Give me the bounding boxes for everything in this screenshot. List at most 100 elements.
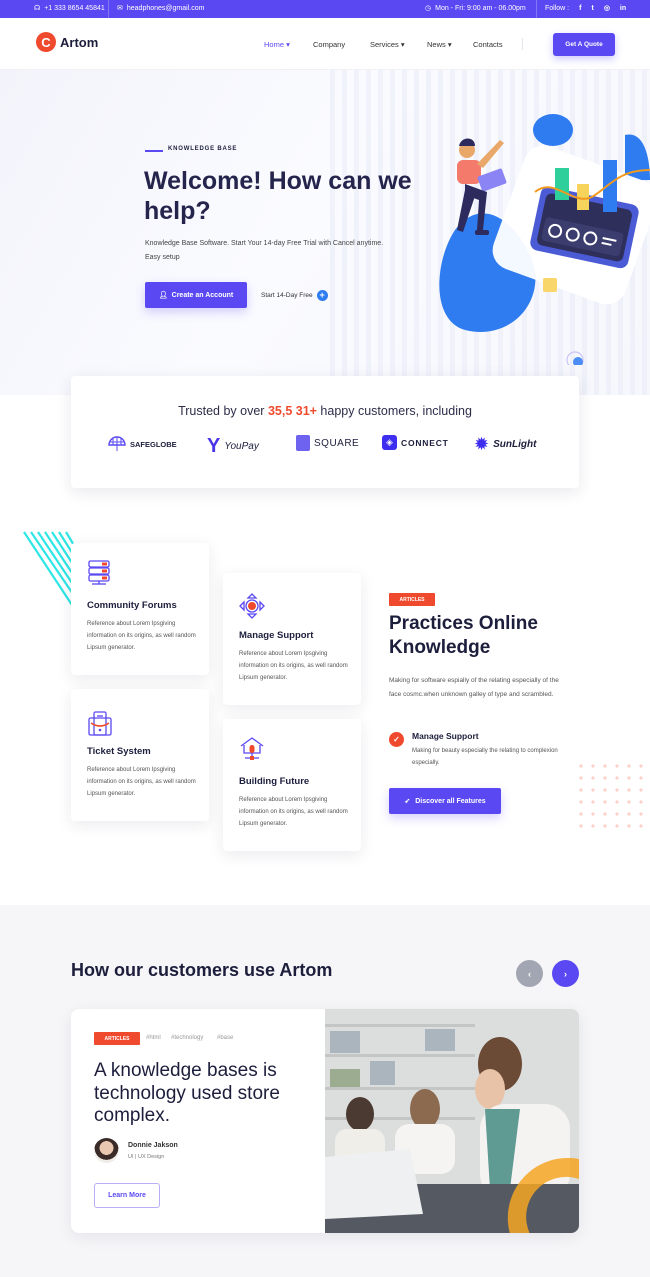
clock-icon: ◷: [425, 5, 432, 12]
check-item-text: Making for beauty especially the relatin…: [412, 748, 558, 766]
logo[interactable]: C Artom: [36, 32, 98, 52]
logo-text: Artom: [60, 34, 99, 50]
office-photo-illustration: [325, 1009, 579, 1233]
story-photo: [325, 1009, 579, 1233]
blue-dot: [573, 357, 583, 365]
hero-title: Welcome! How can we help?: [144, 167, 412, 225]
house-network-icon: [240, 737, 264, 760]
yellow-square: [543, 278, 557, 292]
brand-name: SQUARE: [314, 437, 360, 449]
author-name: Donnie Jakson: [128, 1142, 178, 1149]
card-title: Community Forums: [87, 600, 177, 611]
top-bar: ☊ +1 333 8654 45841 ✉ headphones@gmail.c…: [0, 0, 650, 18]
follow-label: Follow :: [545, 4, 570, 12]
umbrella-globe-icon: [108, 436, 126, 451]
start-trial-label: Start 14-Day Free: [261, 292, 313, 299]
card-title: Building Future: [239, 776, 310, 787]
tag-link[interactable]: #technology: [171, 1035, 203, 1041]
twitter-icon[interactable]: t: [591, 5, 593, 12]
social-links: Follow : f t ◎ in: [545, 4, 626, 13]
author-avatar: [94, 1138, 119, 1163]
chart-bar-green: [555, 168, 569, 200]
carousel-next-button[interactable]: ›: [552, 960, 579, 987]
email-address: headphones@gmail.com: [126, 4, 205, 12]
learn-more-button[interactable]: Learn More: [94, 1183, 160, 1208]
carousel-prev-button[interactable]: ‹: [516, 960, 543, 987]
card-text: Reference about Lorem Ipsgiving informat…: [87, 767, 196, 797]
site-header: C Artom Home ▾ Company Services ▾ News ▾…: [0, 18, 650, 70]
brand-name: SAFEGLOBE: [130, 439, 177, 449]
hero-illustration: [439, 114, 650, 365]
brand-square: SQUARE: [296, 435, 359, 451]
feature-card-community-forums[interactable]: Community Forums Reference about Lorem I…: [71, 543, 209, 675]
author-role: UI | UX Design: [128, 1154, 165, 1160]
create-account-button[interactable]: 👤︎ Create an Account: [145, 282, 247, 308]
discover-features-label: Discover all Features: [415, 797, 486, 805]
chart-bar-yellow: [577, 184, 589, 210]
nav-services[interactable]: Services ▾: [370, 40, 405, 49]
square-logo-icon: [296, 435, 310, 451]
nav-news[interactable]: News ▾: [427, 40, 452, 49]
customer-count: 35,5 31+: [267, 404, 317, 418]
hero-subtitle: Knowledge Base Software. Start Your 14-d…: [145, 240, 384, 261]
youpay-y-icon: Y: [207, 435, 221, 457]
logo-mark-icon: C: [36, 32, 56, 52]
brand-name: YouPay: [224, 441, 259, 452]
feature-card-manage-support[interactable]: Manage Support Reference about Lorem Ips…: [223, 573, 361, 705]
trusted-by-panel: Trusted by over 35,5 31+ happy customers…: [71, 376, 579, 488]
eyebrow-label: KNOWLEDGE BASE: [168, 146, 238, 152]
brand-name: CONNECT: [401, 437, 449, 448]
nav-company[interactable]: Company: [313, 40, 345, 49]
mail-icon: ✉: [117, 5, 123, 12]
facebook-icon[interactable]: f: [579, 5, 581, 12]
start-trial-link[interactable]: Start 14-Day Free +: [261, 290, 328, 301]
headphones-icon: ☊: [34, 5, 41, 12]
get-a-quote-button[interactable]: Get A Quote: [553, 33, 615, 56]
hours-text: Mon - Fri: 9:00 am - 06.00pm: [435, 4, 526, 12]
ticket-machine-icon: [88, 711, 112, 736]
card-text: Reference about Lorem Ipsgiving informat…: [239, 651, 348, 681]
tag-link[interactable]: #html: [146, 1035, 161, 1041]
nav-divider: [522, 38, 523, 50]
directional-pad-icon: [239, 593, 265, 619]
customers-title: How our customers use Artom: [71, 960, 333, 980]
page: ☊ +1 333 8654 45841 ✉ headphones@gmail.c…: [0, 0, 650, 1277]
linkedin-icon[interactable]: in: [620, 5, 626, 12]
section-title: Practices Online Knowledge: [389, 613, 538, 658]
feature-card-building-future[interactable]: Building Future Reference about Lorem Ip…: [223, 719, 361, 851]
nav-home[interactable]: Home ▾: [264, 40, 290, 49]
brand-youpay: Y YouPay: [207, 435, 259, 458]
dot-grid-decoration: [575, 760, 650, 830]
connect-logo-icon: ◈: [382, 435, 397, 450]
brand-name: SunLight: [493, 438, 537, 450]
section-description: Making for software espially of the rela…: [389, 677, 559, 698]
email-contact[interactable]: ✉ headphones@gmail.com: [117, 4, 205, 13]
card-title: Ticket System: [87, 746, 151, 757]
dribbble-icon[interactable]: ◎: [604, 4, 610, 12]
create-account-label: Create an Account: [171, 291, 234, 299]
divider: [108, 0, 109, 18]
plus-circle-icon: +: [316, 290, 328, 301]
story-title: A knowledge bases is technology used sto…: [94, 1060, 280, 1126]
discover-features-button[interactable]: ➶ Discover all Features: [389, 788, 501, 814]
articles-badge: ARTICLES: [389, 593, 435, 606]
trusted-headline: Trusted by over 35,5 31+ happy customers…: [71, 404, 579, 418]
divider: [536, 0, 537, 18]
feature-card-ticket-system[interactable]: Ticket System Reference about Lorem Ipsg…: [71, 689, 209, 821]
trusted-prefix: Trusted by over: [178, 404, 268, 418]
nav-contacts[interactable]: Contacts: [473, 40, 503, 49]
phone-contact[interactable]: ☊ +1 333 8654 45841: [34, 4, 105, 13]
user-icon: 👤︎: [158, 292, 168, 299]
brand-sunlight: ✹ SunLight: [474, 435, 536, 453]
check-circle-icon: ✓: [389, 732, 404, 747]
tag-link[interactable]: #base: [217, 1035, 233, 1041]
eyebrow-line: [145, 150, 163, 152]
articles-badge: ARTICLES: [94, 1032, 140, 1045]
sunburst-icon: ✹: [474, 434, 490, 454]
card-text: Reference about Lorem Ipsgiving informat…: [239, 797, 348, 827]
trusted-suffix: happy customers, including: [316, 404, 472, 418]
brand-safeglobe: SAFEGLOBE: [108, 435, 177, 453]
card-text: Reference about Lorem Ipsgiving informat…: [87, 621, 196, 651]
hero-section: KNOWLEDGE BASE Welcome! How can we help?…: [0, 70, 650, 395]
card-title: Manage Support: [239, 630, 314, 641]
